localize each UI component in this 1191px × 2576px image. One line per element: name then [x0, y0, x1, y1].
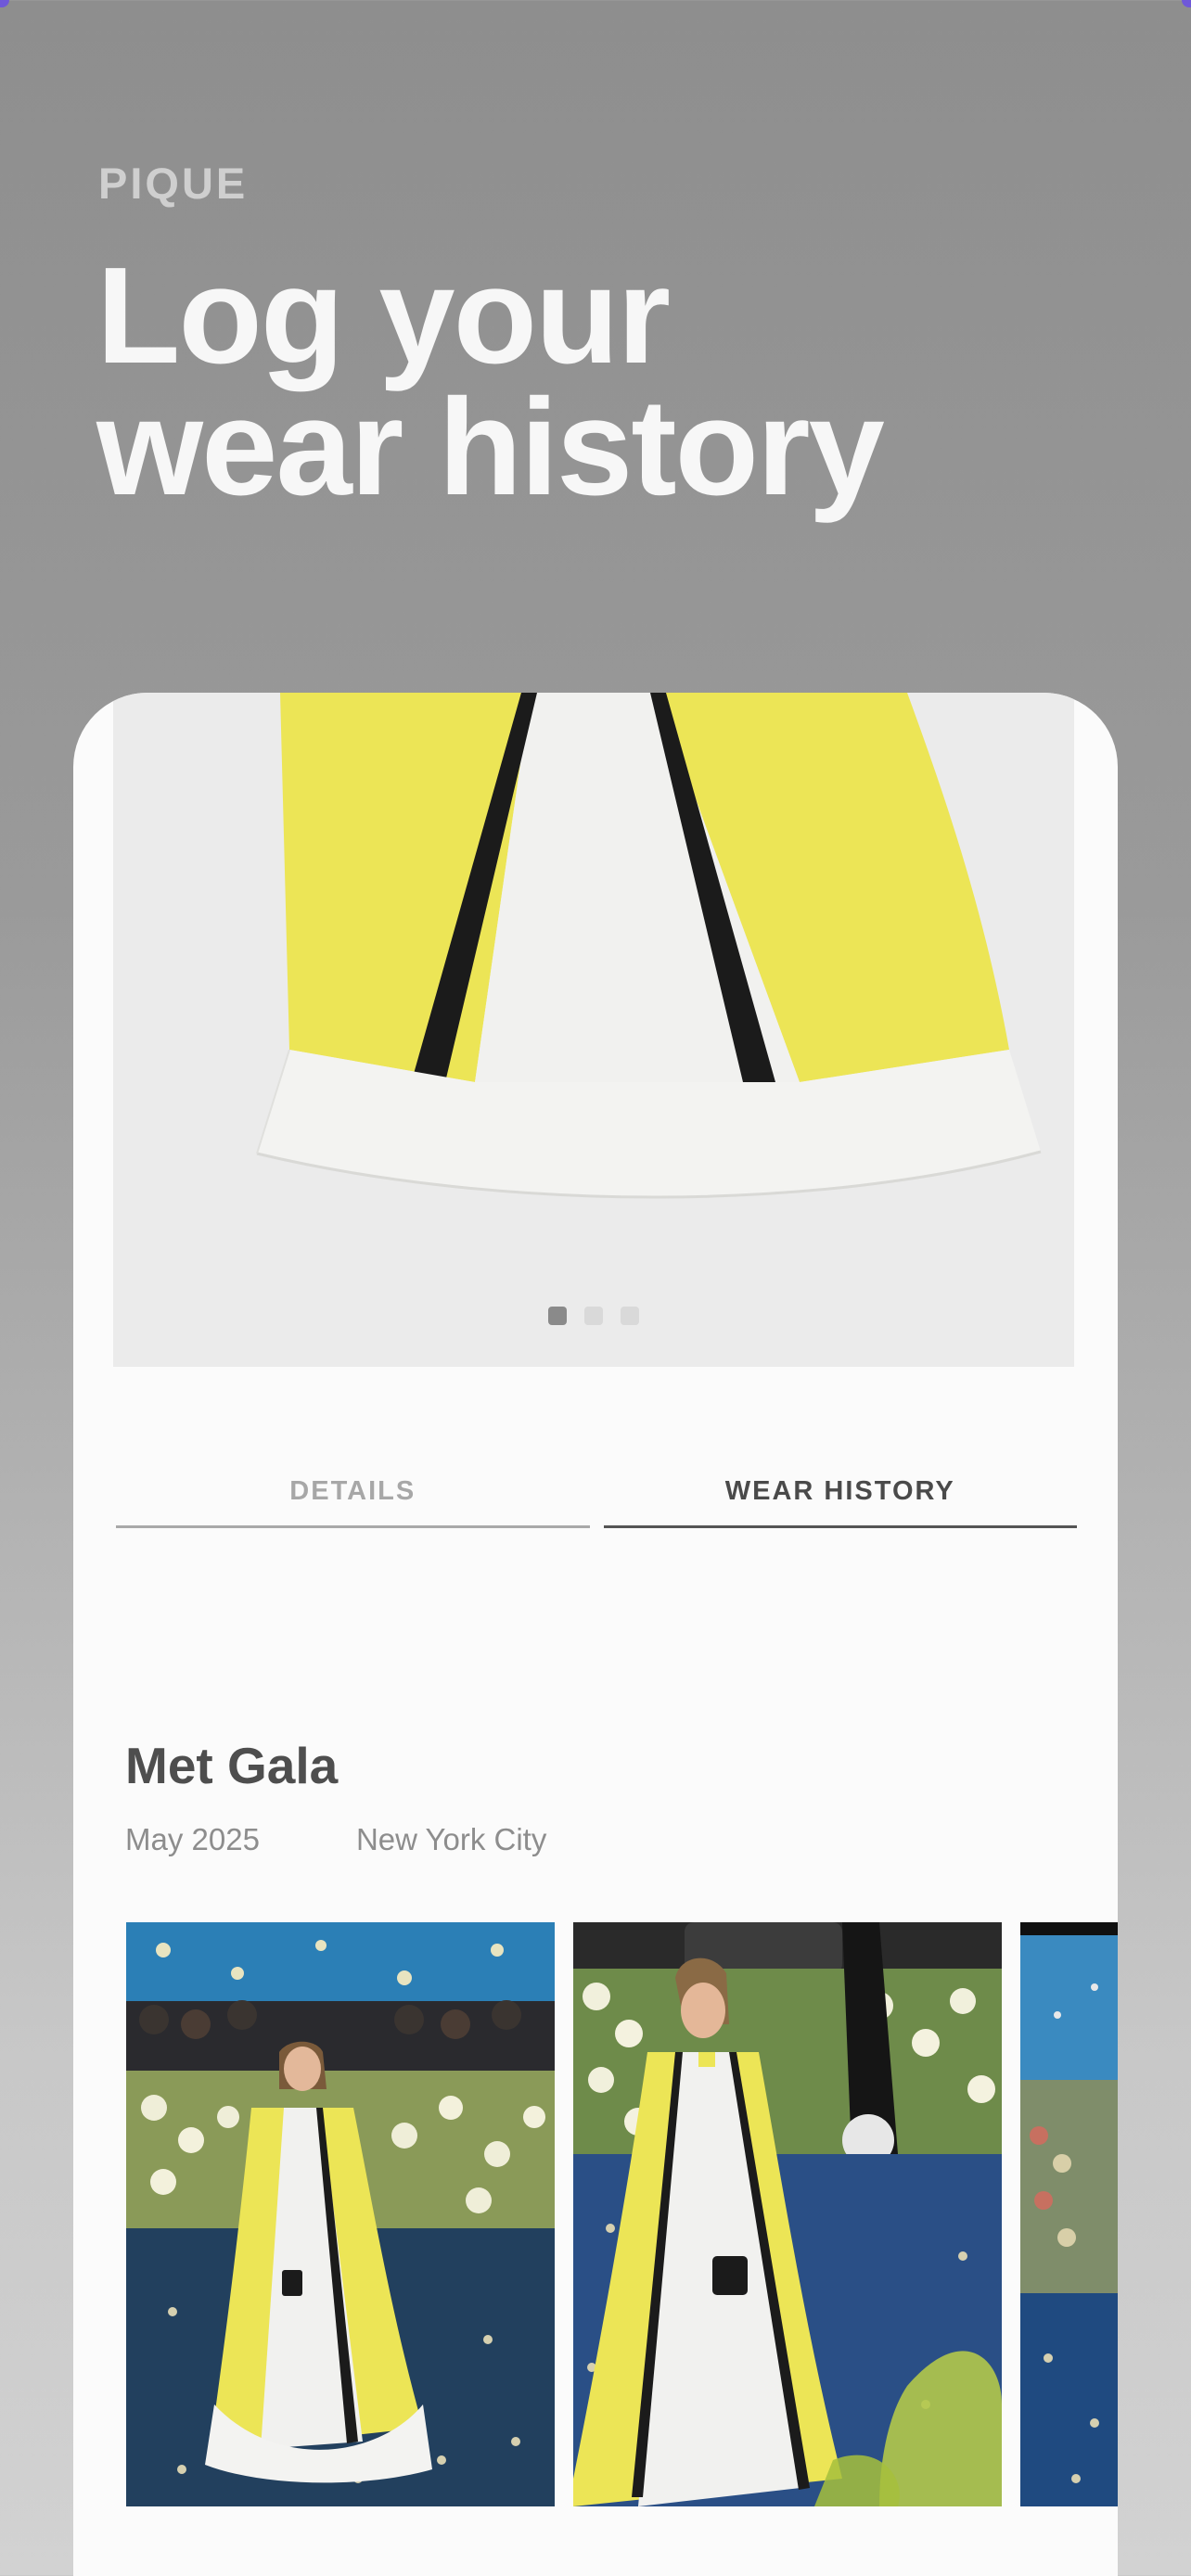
garment-image — [256, 693, 1042, 1199]
event-photo[interactable] — [1020, 1922, 1118, 2506]
event-title: Met Gala — [125, 1737, 339, 1794]
garment-image-carousel[interactable] — [113, 693, 1074, 1367]
event-date: May 2025 — [125, 1822, 260, 1856]
corner-accent — [0, 0, 9, 7]
tab-details[interactable]: DETAILS — [116, 1476, 590, 1528]
event-photo[interactable] — [573, 1922, 1002, 2506]
event-photo-strip[interactable] — [126, 1922, 1118, 2506]
event-location: New York City — [355, 1822, 547, 1856]
event-photo[interactable] — [126, 1922, 555, 2506]
tab-wear-history[interactable]: WEAR HISTORY — [603, 1476, 1077, 1528]
carousel-dot[interactable] — [584, 1307, 603, 1325]
headline: Log your wear history — [96, 239, 1117, 524]
item-card: DETAILS WEAR HISTORY Met Gala May 2025 N… — [73, 693, 1118, 2576]
tab-bar: DETAILS WEAR HISTORY — [116, 1476, 1077, 1528]
carousel-dot[interactable] — [548, 1307, 567, 1325]
carousel-dot[interactable] — [621, 1307, 639, 1325]
event-meta: May 2025 New York City — [125, 1822, 546, 1857]
headline-line-1: Log your — [96, 239, 671, 392]
corner-accent — [1182, 0, 1191, 7]
brand-label: PIQUE — [98, 159, 249, 208]
carousel-indicator — [113, 1307, 1074, 1325]
headline-line-2: wear history — [96, 371, 885, 524]
